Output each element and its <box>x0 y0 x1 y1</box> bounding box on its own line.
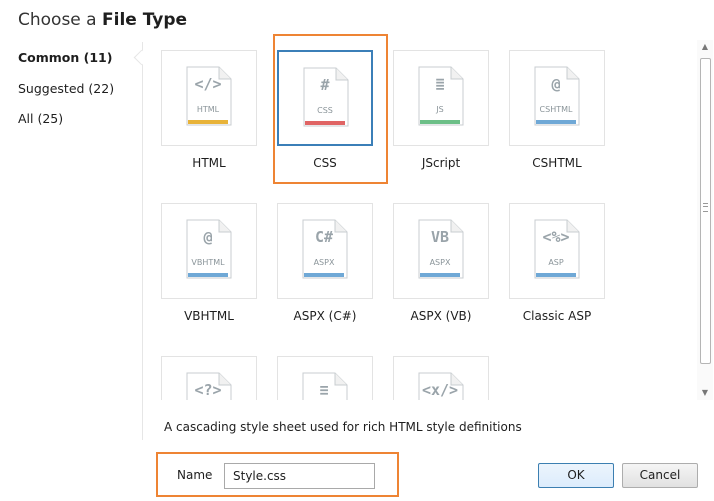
selected-category-notch <box>133 49 150 66</box>
jscript-file-icon: ≣ JS <box>417 65 465 127</box>
category-common[interactable]: Common (11) <box>18 50 112 65</box>
title-prefix: Choose a <box>18 10 97 30</box>
cancel-button[interactable]: Cancel <box>622 463 698 488</box>
grip-icon <box>703 203 708 212</box>
scroll-down-icon[interactable]: ▼ <box>697 386 713 400</box>
file-type-vbhtml[interactable]: @ VBHTML VBHTML <box>155 193 267 343</box>
ok-button[interactable]: OK <box>538 463 614 488</box>
file-type-label: ASPX (VB) <box>410 309 472 323</box>
tile-box: # CSS <box>277 50 373 146</box>
name-input[interactable] <box>224 463 375 489</box>
file-type-grid: </> HTML HTML # CSS CSS ≣ JS JScript @ C… <box>155 40 695 400</box>
file-type-label: ASPX (C#) <box>293 309 357 323</box>
asp-file-icon: <%> ASP <box>533 218 581 280</box>
name-label: Name <box>177 468 213 482</box>
tile-box: <%> ASP <box>509 203 605 299</box>
file-type-label: CSHTML <box>532 156 582 170</box>
file-type-classic-asp[interactable]: <%> ASP Classic ASP <box>503 193 615 343</box>
aspx-vb-file-icon: VB ASPX <box>417 218 465 280</box>
tile-box: ≣ JS <box>393 50 489 146</box>
file-type-php[interactable]: <?> <box>155 346 267 400</box>
file-type-label: Classic ASP <box>522 309 592 323</box>
tile-box: ≡ <box>277 356 373 400</box>
xml-file-icon: <x/> <box>417 371 465 400</box>
file-type-label: CSS <box>313 156 337 170</box>
file-type-description: A cascading style sheet used for rich HT… <box>164 420 522 434</box>
category-all[interactable]: All (25) <box>18 111 63 126</box>
tile-box: C# ASPX <box>277 203 373 299</box>
dialog-title: Choose a File Type <box>18 10 187 30</box>
html-file-icon: </> HTML <box>185 65 233 127</box>
file-type-aspx-cs[interactable]: C# ASPX ASPX (C#) <box>271 193 383 343</box>
tile-box: <x/> <box>393 356 489 400</box>
file-type-cshtml[interactable]: @ CSHTML CSHTML <box>503 40 615 190</box>
file-type-label: HTML <box>192 156 226 170</box>
tile-box: @ CSHTML <box>509 50 605 146</box>
scroll-up-icon[interactable]: ▲ <box>697 40 713 54</box>
css-file-icon: # CSS <box>302 66 350 128</box>
file-type-label: JScript <box>421 156 461 170</box>
file-type-aspx-vb[interactable]: VB ASPX ASPX (VB) <box>387 193 499 343</box>
tile-box: @ VBHTML <box>161 203 257 299</box>
aspx-cs-file-icon: C# ASPX <box>301 218 349 280</box>
tile-box: </> HTML <box>161 50 257 146</box>
file-type-xml[interactable]: <x/> <box>387 346 499 400</box>
cshtml-file-icon: @ CSHTML <box>533 65 581 127</box>
php-file-icon: <?> <box>185 371 233 400</box>
file-type-text[interactable]: ≡ <box>271 346 383 400</box>
content-divider <box>142 42 143 440</box>
file-type-css[interactable]: # CSS CSS <box>271 40 383 190</box>
file-type-html[interactable]: </> HTML HTML <box>155 40 267 190</box>
text-file-icon: ≡ <box>301 371 349 400</box>
tile-box: <?> <box>161 356 257 400</box>
vertical-scrollbar[interactable]: ▲ ▼ <box>697 40 713 400</box>
title-bold: File Type <box>102 10 188 30</box>
vbhtml-file-icon: @ VBHTML <box>185 218 233 280</box>
file-type-jscript[interactable]: ≣ JS JScript <box>387 40 499 190</box>
category-suggested[interactable]: Suggested (22) <box>18 81 114 96</box>
file-type-label: VBHTML <box>184 309 234 323</box>
scrollbar-thumb[interactable] <box>700 58 711 364</box>
tile-box: VB ASPX <box>393 203 489 299</box>
